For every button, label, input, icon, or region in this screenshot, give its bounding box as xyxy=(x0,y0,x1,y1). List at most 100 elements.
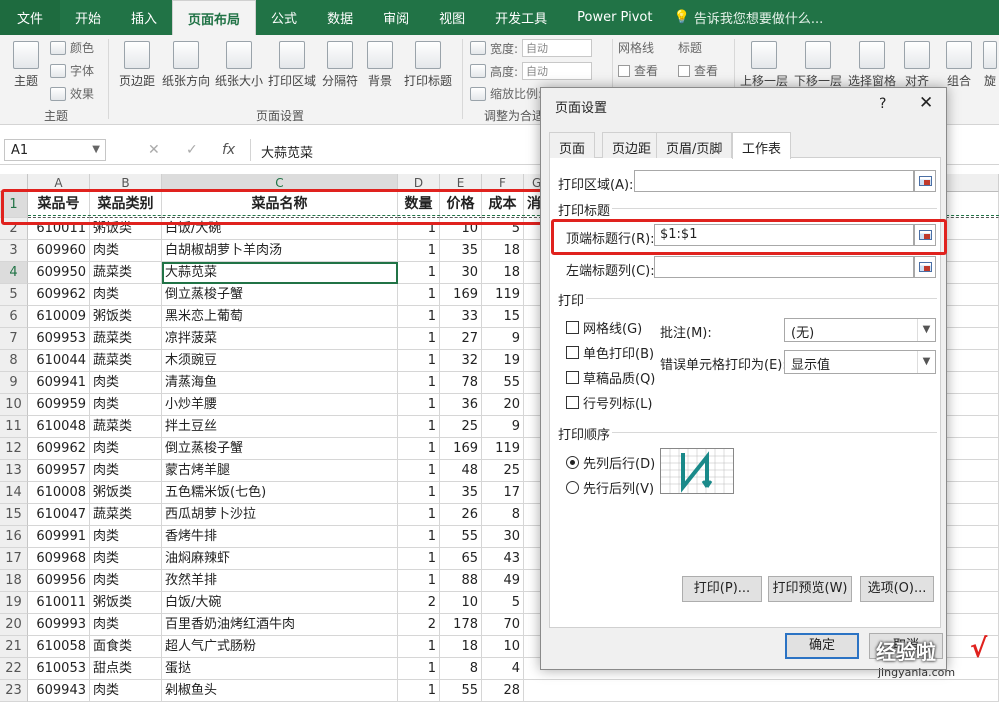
cell[interactable]: 1 xyxy=(398,372,440,394)
cell[interactable]: 肉类 xyxy=(90,614,162,636)
cell[interactable]: 1 xyxy=(398,636,440,658)
cell[interactable]: 26 xyxy=(440,504,482,526)
cell[interactable]: 木须豌豆 xyxy=(162,350,398,372)
cell[interactable]: 肉类 xyxy=(90,372,162,394)
down-then-over-radio[interactable]: 先列后行(D) xyxy=(566,453,655,472)
insert-function-icon[interactable]: fx xyxy=(222,142,235,158)
cell[interactable]: 蔬菜类 xyxy=(90,328,162,350)
cell[interactable]: 肉类 xyxy=(90,526,162,548)
cell[interactable]: 19 xyxy=(482,350,524,372)
selection-pane-button[interactable]: 选择窗格 xyxy=(846,41,898,89)
cell[interactable]: 27 xyxy=(440,328,482,350)
help-icon[interactable]: ? xyxy=(879,96,886,112)
cell[interactable]: 119 xyxy=(482,284,524,306)
cell[interactable]: 蔬菜类 xyxy=(90,350,162,372)
row-header[interactable]: 19 xyxy=(0,592,28,614)
cell[interactable]: 1 xyxy=(398,460,440,482)
cell[interactable]: 油焖麻辣虾 xyxy=(162,548,398,570)
cell[interactable]: 1 xyxy=(398,284,440,306)
cell[interactable]: 49 xyxy=(482,570,524,592)
cell[interactable]: 孜然羊排 xyxy=(162,570,398,592)
cell[interactable]: 609959 xyxy=(28,394,90,416)
fonts-button[interactable]: 字体 xyxy=(50,62,94,79)
cell[interactable]: 10 xyxy=(440,592,482,614)
print-area-button[interactable]: 打印区域 xyxy=(266,41,318,89)
cell[interactable]: 20 xyxy=(482,394,524,416)
cell[interactable]: 28 xyxy=(482,680,524,702)
cell[interactable]: 9 xyxy=(482,328,524,350)
cell[interactable]: 8 xyxy=(440,658,482,680)
row-header[interactable]: 8 xyxy=(0,350,28,372)
cell[interactable]: 18 xyxy=(440,636,482,658)
bring-forward-button[interactable]: 上移一层 xyxy=(738,41,790,89)
tab-home[interactable]: 开始 xyxy=(60,0,116,35)
cell[interactable]: 蔬菜类 xyxy=(90,262,162,284)
tab-page[interactable]: 页面 xyxy=(549,132,596,158)
black-white-checkbox[interactable]: 单色打印(B) xyxy=(566,343,654,362)
cell[interactable]: 609941 xyxy=(28,372,90,394)
cell[interactable]: 粥饭类 xyxy=(90,592,162,614)
cell[interactable]: 拌土豆丝 xyxy=(162,416,398,438)
range-picker-icon[interactable] xyxy=(914,170,936,192)
cell[interactable]: 1 xyxy=(398,680,440,702)
cell[interactable]: 32 xyxy=(440,350,482,372)
tab-power-pivot[interactable]: Power Pivot xyxy=(562,0,667,35)
cell[interactable]: 610008 xyxy=(28,482,90,504)
cell[interactable]: 五色糯米饭(七色) xyxy=(162,482,398,504)
effects-button[interactable]: 效果 xyxy=(50,85,94,102)
breaks-button[interactable]: 分隔符 xyxy=(320,41,360,89)
cell[interactable]: 倒立蒸梭子蟹 xyxy=(162,284,398,306)
row-header[interactable]: 11 xyxy=(0,416,28,438)
row-header[interactable]: 12 xyxy=(0,438,28,460)
width-combo[interactable]: 自动 xyxy=(522,39,593,57)
print-preview-button[interactable]: 打印预览(W) xyxy=(768,576,852,602)
cell[interactable]: 超人气广式肠粉 xyxy=(162,636,398,658)
cell[interactable]: 粥饭类 xyxy=(90,482,162,504)
cell[interactable]: 610044 xyxy=(28,350,90,372)
cell[interactable]: 小炒羊腰 xyxy=(162,394,398,416)
cell[interactable]: 25 xyxy=(482,460,524,482)
cell[interactable]: 1 xyxy=(398,504,440,526)
cell[interactable]: 609993 xyxy=(28,614,90,636)
cell[interactable]: 肉类 xyxy=(90,570,162,592)
cancel-icon[interactable]: ✕ xyxy=(148,142,160,158)
tab-formulas[interactable]: 公式 xyxy=(256,0,312,35)
ok-button[interactable]: 确定 xyxy=(785,633,859,659)
row-header[interactable]: 7 xyxy=(0,328,28,350)
tab-sheet[interactable]: 工作表 xyxy=(732,132,792,159)
cell[interactable]: 610011 xyxy=(28,592,90,614)
cell[interactable]: 1 xyxy=(398,240,440,262)
row-header[interactable]: 13 xyxy=(0,460,28,482)
chevron-down-icon[interactable]: ▼ xyxy=(92,144,100,155)
headings-view-checkbox[interactable]: 查看 xyxy=(678,62,718,79)
cell[interactable]: 65 xyxy=(440,548,482,570)
row-header[interactable]: 16 xyxy=(0,526,28,548)
cell[interactable]: 609960 xyxy=(28,240,90,262)
cell[interactable]: 1 xyxy=(398,526,440,548)
cell[interactable]: 610047 xyxy=(28,504,90,526)
cell[interactable]: 43 xyxy=(482,548,524,570)
row-header[interactable]: 22 xyxy=(0,658,28,680)
cell[interactable]: 肉类 xyxy=(90,460,162,482)
cell[interactable]: 大蒜苋菜 xyxy=(162,262,398,284)
options-button[interactable]: 选项(O)... xyxy=(860,576,934,602)
cell[interactable]: 17 xyxy=(482,482,524,504)
print-area-input[interactable] xyxy=(634,170,914,192)
cell[interactable]: 8 xyxy=(482,504,524,526)
cell[interactable]: 4 xyxy=(482,658,524,680)
tab-view[interactable]: 视图 xyxy=(424,0,480,35)
cell[interactable]: 凉拌菠菜 xyxy=(162,328,398,350)
row-header[interactable]: 9 xyxy=(0,372,28,394)
cell[interactable]: 70 xyxy=(482,614,524,636)
cell[interactable]: 610048 xyxy=(28,416,90,438)
name-box[interactable]: A1 ▼ xyxy=(4,139,106,161)
close-icon[interactable]: ✕ xyxy=(919,93,933,113)
cell[interactable]: 剁椒鱼头 xyxy=(162,680,398,702)
cell[interactable]: 30 xyxy=(482,526,524,548)
cell[interactable]: 倒立蒸梭子蟹 xyxy=(162,438,398,460)
cell[interactable]: 10 xyxy=(482,636,524,658)
cols-to-repeat-input[interactable] xyxy=(654,256,914,278)
row-header[interactable]: 21 xyxy=(0,636,28,658)
cell[interactable]: 5 xyxy=(482,592,524,614)
tab-page-layout[interactable]: 页面布局 xyxy=(172,0,257,35)
